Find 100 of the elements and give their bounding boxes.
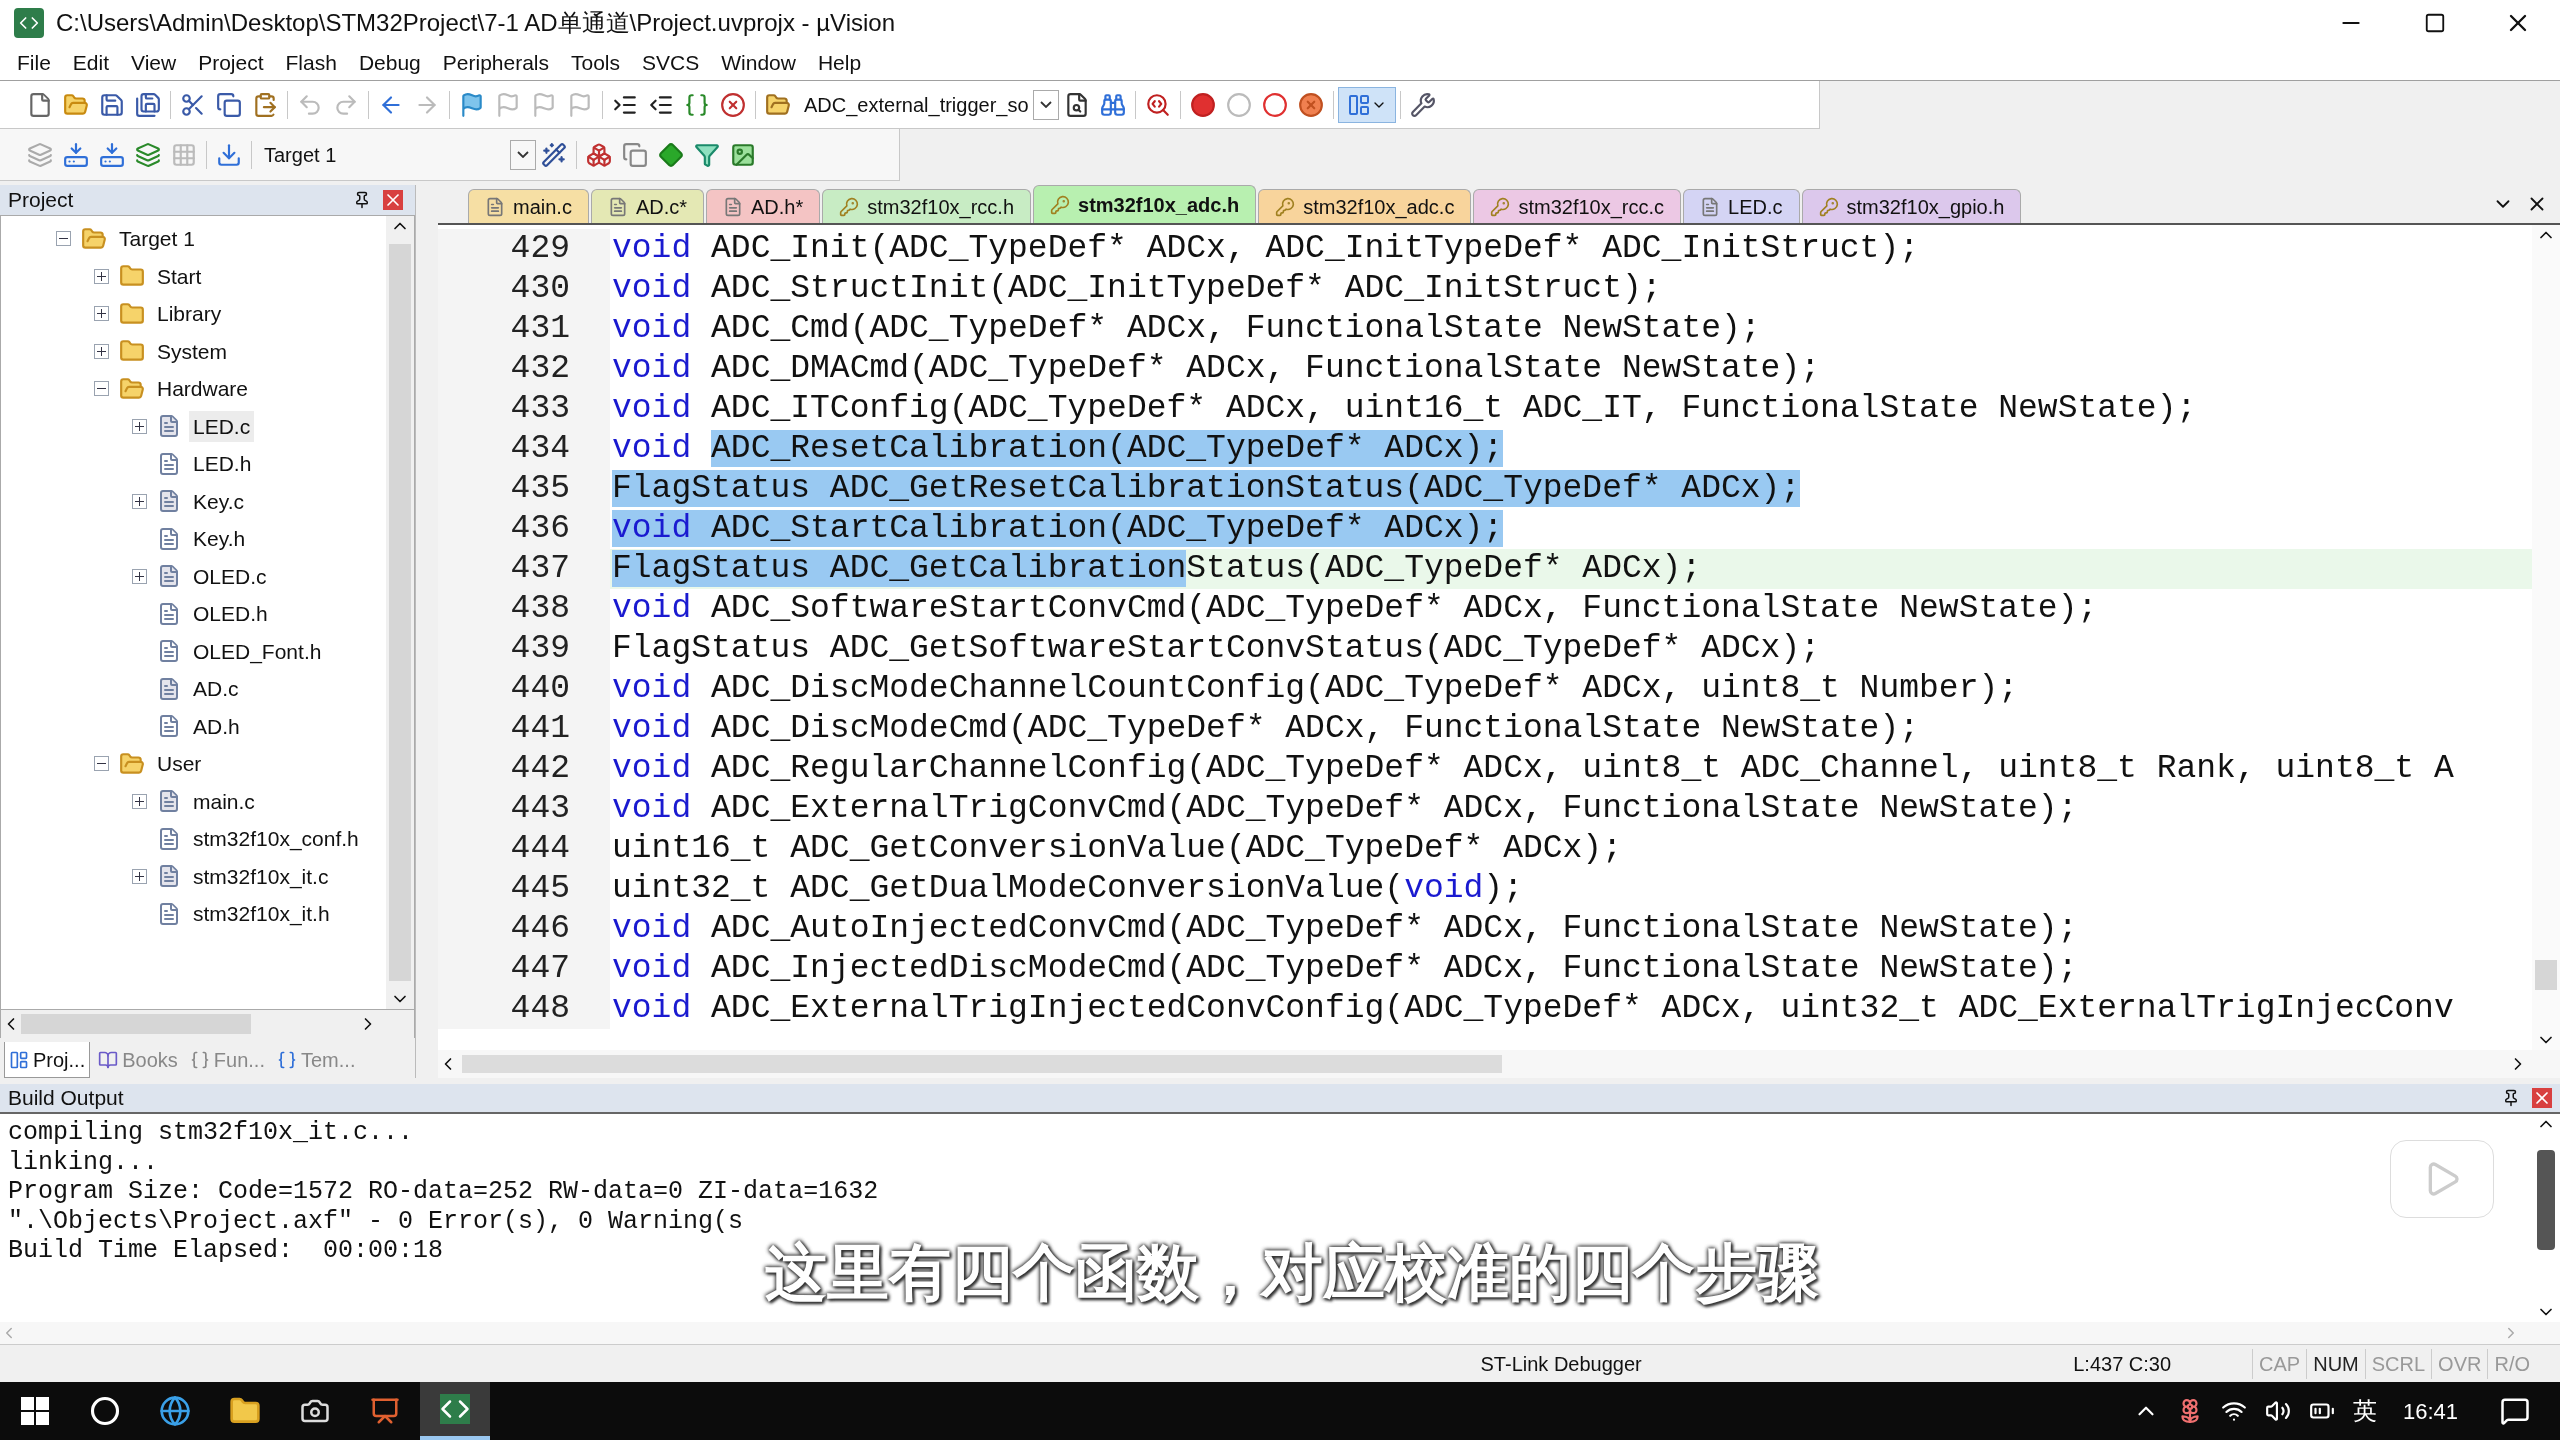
expand-toggle[interactable] [131,568,147,584]
paste-icon[interactable] [252,91,278,118]
tree-item[interactable]: Key.h [189,523,250,555]
tree-item[interactable]: Hardware [153,373,253,405]
boxes-icon[interactable] [586,141,612,168]
tree-item[interactable]: AD.h [189,710,244,742]
menu-item[interactable]: Project [187,47,275,79]
pin-icon[interactable] [353,191,371,209]
build-icon[interactable] [63,141,89,168]
file-tab[interactable]: AD.c* [590,189,705,223]
scroll-thumb[interactable] [2537,1150,2555,1250]
file-tab[interactable]: main.c [468,189,589,223]
expand-toggle[interactable] [93,306,109,322]
slides-icon[interactable] [370,1396,400,1426]
comment-icon[interactable] [684,91,710,118]
browser-icon[interactable] [159,1395,191,1427]
uncomment-icon[interactable] [720,91,746,118]
expand-toggle[interactable] [131,793,147,809]
file-tab[interactable]: stm32f10x_adc.h [1033,185,1257,223]
tree-item[interactable]: AD.c [189,673,243,705]
scroll-thumb[interactable] [389,244,411,981]
clear-breakpoints-icon[interactable] [1297,91,1324,118]
batch-build-icon[interactable] [135,141,161,168]
tree-item[interactable]: OLED.c [189,560,271,592]
menu-item[interactable]: Peripherals [431,47,560,79]
menu-item[interactable]: Flash [274,47,348,79]
collapse-toggle[interactable] [93,756,109,772]
tree-item[interactable]: Key.c [189,485,248,517]
bookmark-flag-icon[interactable] [459,91,485,118]
find-in-files-icon[interactable] [765,91,791,118]
scroll-thumb[interactable] [21,1014,251,1034]
tree-item[interactable]: LED.h [189,448,256,480]
tree-item[interactable]: Start [153,260,206,292]
windows-icon[interactable] [622,141,648,168]
file-tab[interactable]: stm32f10x_rcc.h [822,189,1031,223]
tree-item[interactable]: User [153,748,206,780]
horizontal-scrollbar[interactable] [438,1050,2560,1078]
menu-item[interactable]: Tools [560,47,632,79]
ring-icon[interactable] [1261,91,1288,118]
tree-item[interactable]: Target 1 [115,223,199,255]
new-file-icon[interactable] [27,91,53,118]
search-icon[interactable] [90,1396,120,1426]
tree-item[interactable]: Library [153,298,226,330]
tree-item[interactable]: OLED.h [189,598,272,630]
download-icon[interactable] [216,141,242,168]
windows-logo-icon[interactable] [21,1397,49,1425]
maximize-icon[interactable] [2424,12,2446,34]
tree-item[interactable]: stm32f10x_it.c [189,860,333,892]
breakpoint-icon[interactable] [1189,91,1216,118]
dropdown-button[interactable] [510,139,536,170]
input-method-indicator[interactable]: 英 [2352,1393,2377,1429]
menu-item[interactable]: Help [806,47,873,79]
menu-item[interactable]: Edit [61,47,121,79]
magic-wand-icon[interactable] [541,141,567,168]
collapse-toggle[interactable] [55,231,71,247]
notification-icon[interactable] [2500,1396,2530,1426]
expand-toggle[interactable] [93,343,109,359]
vertical-scrollbar[interactable] [2532,225,2560,1050]
tree-item[interactable]: LED.c [189,410,255,442]
scroll-thumb[interactable] [2535,960,2557,990]
panel-tab[interactable]: Proj... [4,1042,91,1078]
cut-icon[interactable] [180,91,206,118]
collapse-toggle[interactable] [93,381,109,397]
binoculars-icon[interactable] [1099,91,1126,118]
save-all-icon[interactable] [135,91,161,118]
menu-item[interactable]: File [6,47,62,79]
rebuild-icon[interactable] [99,141,125,168]
horizontal-scrollbar[interactable] [0,1010,415,1038]
debug-search-icon[interactable] [1144,91,1171,118]
expand-toggle[interactable] [131,493,147,509]
scroll-thumb[interactable] [462,1055,1502,1073]
speaker-icon[interactable] [2264,1398,2291,1424]
expand-toggle[interactable] [93,268,109,284]
file-tab[interactable]: stm32f10x_gpio.h [1801,189,2022,223]
menu-item[interactable]: View [120,47,188,79]
expand-toggle[interactable] [131,868,147,884]
tree-item[interactable]: OLED_Font.h [189,635,326,667]
expand-toggle[interactable] [131,418,147,434]
menu-item[interactable]: Debug [347,47,432,79]
tree-item[interactable]: stm32f10x_it.h [189,898,334,930]
save-icon[interactable] [99,91,125,118]
diamond-icon[interactable] [658,141,684,168]
file-tab[interactable]: LED.c [1683,189,1800,223]
file-tab[interactable]: AD.h* [706,189,821,223]
menu-item[interactable]: SVCS [631,47,711,79]
copy-icon[interactable] [216,91,242,118]
tree-item[interactable]: main.c [189,785,259,817]
pin-icon[interactable] [2502,1089,2520,1107]
file-tab[interactable]: stm32f10x_adc.c [1258,189,1472,223]
dropdown-button[interactable] [1032,89,1059,120]
window-layout-button[interactable] [1337,86,1396,123]
open-folder-icon[interactable] [63,91,89,118]
clock[interactable]: 16:41 [2402,1394,2458,1428]
ide-app-icon[interactable] [440,1394,470,1424]
wrench-icon[interactable] [1409,91,1436,118]
file-tab[interactable]: stm32f10x_rcc.c [1473,189,1682,223]
tree-item[interactable]: System [153,335,231,367]
picture-icon[interactable] [730,141,756,168]
funnel-icon[interactable] [694,141,720,168]
tree-item[interactable]: stm32f10x_conf.h [189,823,363,855]
